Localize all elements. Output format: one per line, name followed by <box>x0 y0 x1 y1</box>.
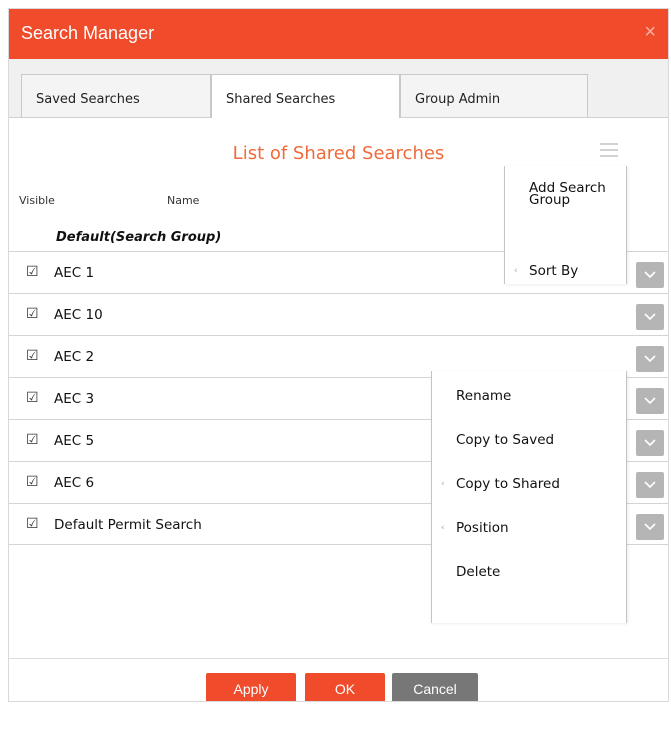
row-menu-button[interactable] <box>636 514 664 540</box>
tab-saved-searches[interactable]: Saved Searches <box>21 74 211 117</box>
chevron-down-icon <box>644 481 656 489</box>
ok-button[interactable]: OK <box>305 673 385 701</box>
visible-checkbox[interactable]: ☑ <box>26 516 39 532</box>
row-menu-button[interactable] <box>636 388 664 414</box>
chevron-down-icon <box>644 523 656 531</box>
column-header-visible: Visible <box>19 194 55 207</box>
search-name: AEC 3 <box>54 391 95 407</box>
hamburger-icon[interactable] <box>600 143 618 157</box>
menu-item-delete[interactable]: Delete <box>456 565 500 579</box>
row-menu-button[interactable] <box>636 472 664 498</box>
submenu-arrow-icon: ‹ <box>441 479 445 489</box>
chevron-down-icon <box>644 439 656 447</box>
column-header-name: Name <box>167 194 200 207</box>
submenu-arrow-icon: ‹ <box>441 523 445 533</box>
search-name: AEC 2 <box>54 349 95 365</box>
search-name: AEC 5 <box>54 433 95 449</box>
menu-item-sort-by[interactable]: Sort By <box>529 264 578 278</box>
search-name: AEC 1 <box>54 265 95 281</box>
tab-shared-searches[interactable]: Shared Searches <box>211 74 400 118</box>
search-group-name: Default(Search Group) <box>56 230 222 245</box>
list-item[interactable]: ☑ AEC 10 <box>9 293 668 335</box>
search-name: AEC 10 <box>54 307 103 323</box>
dialog-title: Search Manager <box>21 23 155 43</box>
search-manager-dialog: Search Manager × Saved Searches Shared S… <box>8 8 669 702</box>
visible-checkbox[interactable]: ☑ <box>26 474 39 490</box>
footer-divider <box>9 658 668 659</box>
close-icon[interactable]: × <box>644 21 656 44</box>
chevron-down-icon <box>644 313 656 321</box>
menu-item-rename[interactable]: Rename <box>456 389 511 403</box>
search-name: AEC 6 <box>54 475 95 491</box>
visible-checkbox[interactable]: ☑ <box>26 432 39 448</box>
menu-item-add-search-group[interactable]: Add Search Group <box>529 181 609 207</box>
cancel-button[interactable]: Cancel <box>392 673 478 701</box>
tab-bar: Saved Searches Shared Searches Group Adm… <box>9 59 668 118</box>
chevron-down-icon <box>644 397 656 405</box>
row-menu-button[interactable] <box>636 262 664 288</box>
search-name: Default Permit Search <box>54 517 202 533</box>
submenu-arrow-icon: ‹ <box>514 266 518 276</box>
row-menu-button[interactable] <box>636 304 664 330</box>
visible-checkbox[interactable]: ☑ <box>26 306 39 322</box>
menu-item-copy-to-saved[interactable]: Copy to Saved <box>456 433 554 447</box>
chevron-down-icon <box>644 271 656 279</box>
row-options-menu: Rename Copy to Saved ‹ Copy to Shared ‹ … <box>431 371 627 623</box>
visible-checkbox[interactable]: ☑ <box>26 348 39 364</box>
row-menu-button[interactable] <box>636 430 664 456</box>
row-menu-button[interactable] <box>636 346 664 372</box>
tab-group-admin[interactable]: Group Admin <box>400 74 588 117</box>
menu-item-position[interactable]: Position <box>456 521 509 535</box>
visible-checkbox[interactable]: ☑ <box>26 390 39 406</box>
apply-button[interactable]: Apply <box>206 673 296 701</box>
menu-item-copy-to-shared[interactable]: Copy to Shared <box>456 477 560 491</box>
visible-checkbox[interactable]: ☑ <box>26 264 39 280</box>
chevron-down-icon <box>644 355 656 363</box>
title-bar: Search Manager × <box>9 9 668 59</box>
group-options-menu: Add Search Group ‹ Sort By <box>504 166 627 284</box>
list-heading: List of Shared Searches <box>232 143 445 164</box>
